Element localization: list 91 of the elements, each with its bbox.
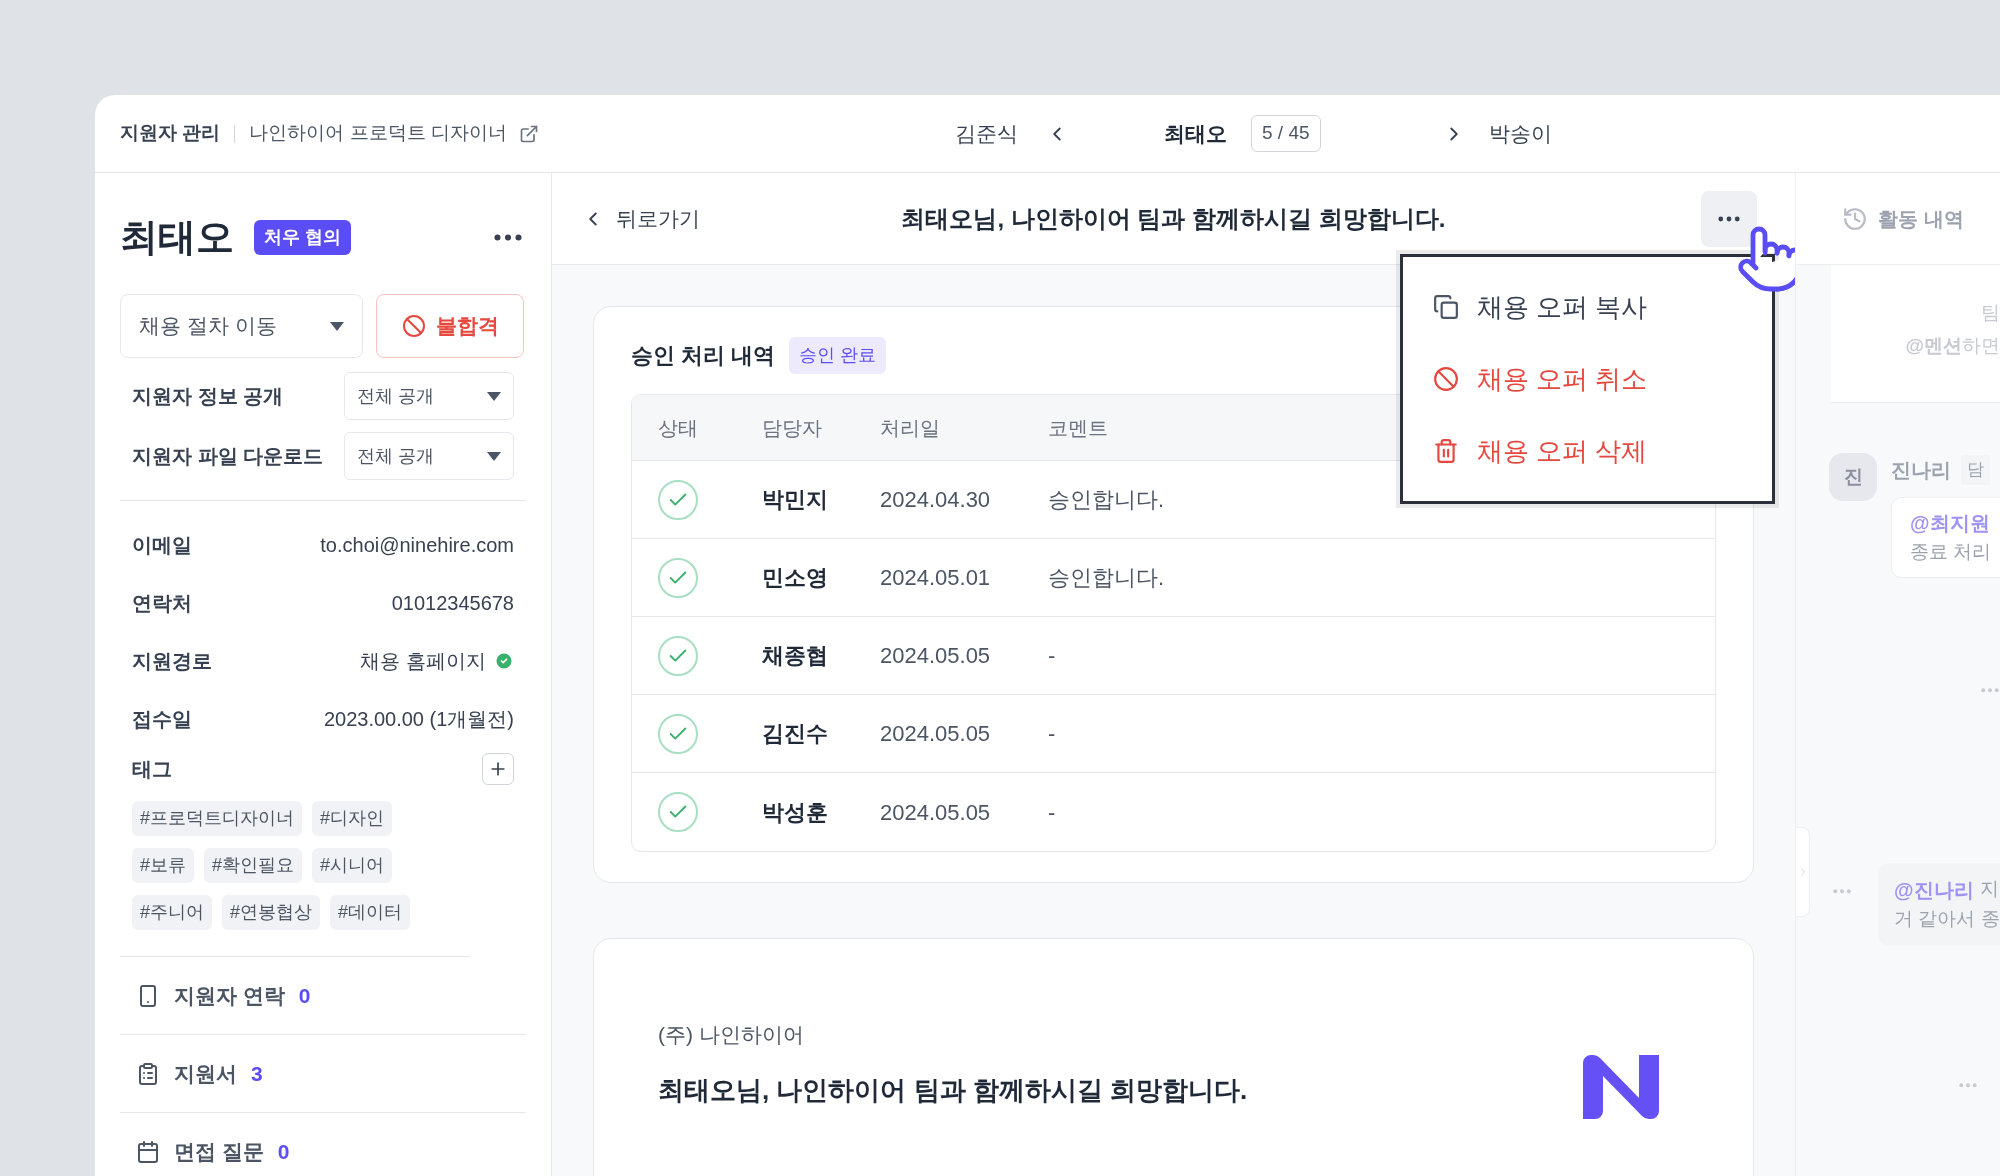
menu-item[interactable]: 채용 오퍼 삭제 [1403,415,1772,487]
column-header: 코멘트 [1048,415,1109,441]
tag-chip[interactable]: #보류 [132,848,194,883]
comment-text: 종료 처리 [1910,540,1993,564]
prohibited-icon [1433,366,1459,392]
caret-icon [487,391,501,401]
candidate-name: 최태오 [120,215,234,260]
previous-candidate[interactable]: 김준식 [955,117,1018,150]
trash-icon [1433,438,1459,464]
comment-author: 진나리 [1891,458,1951,483]
visibility-select[interactable]: 전체 공개 [344,432,514,480]
tag-chip[interactable]: #시니어 [312,848,393,883]
comment-mention: @최지원 [1910,511,1991,536]
tag-chip[interactable]: #연봉협상 [222,895,321,930]
stage-select[interactable]: 채용 절차 이동 [120,294,363,358]
page-title: 최태오님, 나인하이어 팀과 함께하시길 희망합니다. [900,203,1447,234]
clipboard-icon [136,1061,160,1086]
section-label[interactable]: 면접 질문 [174,1136,264,1168]
comment-text: 승인합니다. [1048,486,1166,514]
avatar: 진 [1829,453,1877,501]
copy-icon [1433,294,1459,320]
calendar-icon [136,1140,160,1164]
approver-name: 민소영 [762,564,829,592]
more-icon [1718,215,1740,222]
approver-name: 박민지 [762,486,829,514]
comment-text: - [1048,720,1057,748]
menu-item[interactable]: 채용 오퍼 취소 [1403,343,1772,415]
tag-chip[interactable]: #데이터 [330,895,411,930]
tags-label: 태그 [132,757,172,782]
offer-heading: 최태오님, 나인하이어 팀과 함께하시길 희망합니다. [658,1073,1248,1107]
section-label[interactable]: 지원서 [174,1057,237,1090]
field-label: 연락처 [132,591,192,616]
field-value: 01012345678 [391,591,514,616]
approval-status-badge: 승인 완료 [789,337,887,374]
mention-hint: @멘션하면 [1905,333,2000,358]
tag-chip[interactable]: #프로덕트디자이너 [132,801,302,836]
column-header: 처리일 [880,415,941,441]
approver-name: 김진수 [762,720,829,748]
processed-date: 2024.05.05 [880,642,992,670]
approval-title: 승인 처리 내역 [631,342,776,370]
position-counter: 5 / 45 [1251,115,1321,152]
field-label: 접수일 [132,707,192,732]
role-badge: 담 [1961,455,1990,485]
reply-text: 지 [1979,877,1999,901]
comment-text: 승인합니다. [1048,564,1166,592]
next-candidate[interactable]: 박송이 [1488,117,1552,150]
tag-chip[interactable]: #주니어 [132,895,212,930]
reply-text-continued: 거 같아서 종 [1894,907,2000,931]
breadcrumb-section[interactable]: 지원자 관리 [120,119,221,148]
visibility-select[interactable]: 전체 공개 [344,372,514,420]
external-link-icon[interactable] [518,123,539,144]
job-title-link[interactable]: 나인하이어 프로덕트 디자이너 [249,119,507,148]
processed-date: 2024.05.01 [880,564,992,592]
field-value: to.choi@ninehire.com [320,533,514,558]
field-value: 채용 홈페이지 [360,649,486,674]
logo-icon [1583,1055,1659,1119]
field-value: 2023.00.00 (1개월전) [323,707,514,732]
setting-label: 지원자 파일 다운로드 [132,444,324,469]
section-count: 0 [298,982,311,1009]
approver-name: 채종협 [762,642,829,670]
comment-text: - [1048,642,1057,670]
processed-date: 2024.05.05 [880,798,992,827]
section-count: 3 [251,1060,263,1087]
field-label: 이메일 [132,533,192,558]
mention-hint: 팀 [1981,301,2000,325]
reply-mention: @진나리 [1894,878,1974,903]
field-label: 지원경로 [132,649,212,674]
collapse-handle[interactable] [1796,827,1810,917]
section-label[interactable]: 지원자 연락 [174,979,285,1012]
column-header: 담당자 [762,415,823,441]
current-candidate: 최태오 [1164,120,1227,147]
comment-text: - [1048,798,1057,827]
processed-date: 2024.05.05 [880,720,992,748]
caret-icon [330,321,344,331]
company-name: (주) 나인하이어 [658,1022,805,1048]
section-count: 0 [277,1139,290,1166]
reject-button[interactable]: 불합격 [376,294,524,358]
approver-name: 박성훈 [762,798,829,827]
more-button[interactable] [1701,190,1757,247]
menu-item[interactable]: 채용 오퍼 복사 [1403,271,1772,343]
column-header: 상태 [657,415,699,441]
tag-chip[interactable]: #확인필요 [204,848,303,883]
processed-date: 2024.04.30 [880,486,992,514]
more-icon[interactable] [494,234,522,241]
prohibited-icon [401,314,426,338]
back-button[interactable]: 뒤로가기 [582,202,832,235]
add-tag-button[interactable] [482,753,514,785]
setting-label: 지원자 정보 공개 [132,384,284,409]
status-badge: 처우 협의 [254,220,351,255]
tag-chip[interactable]: #디자인 [312,801,393,836]
caret-icon [487,451,501,461]
